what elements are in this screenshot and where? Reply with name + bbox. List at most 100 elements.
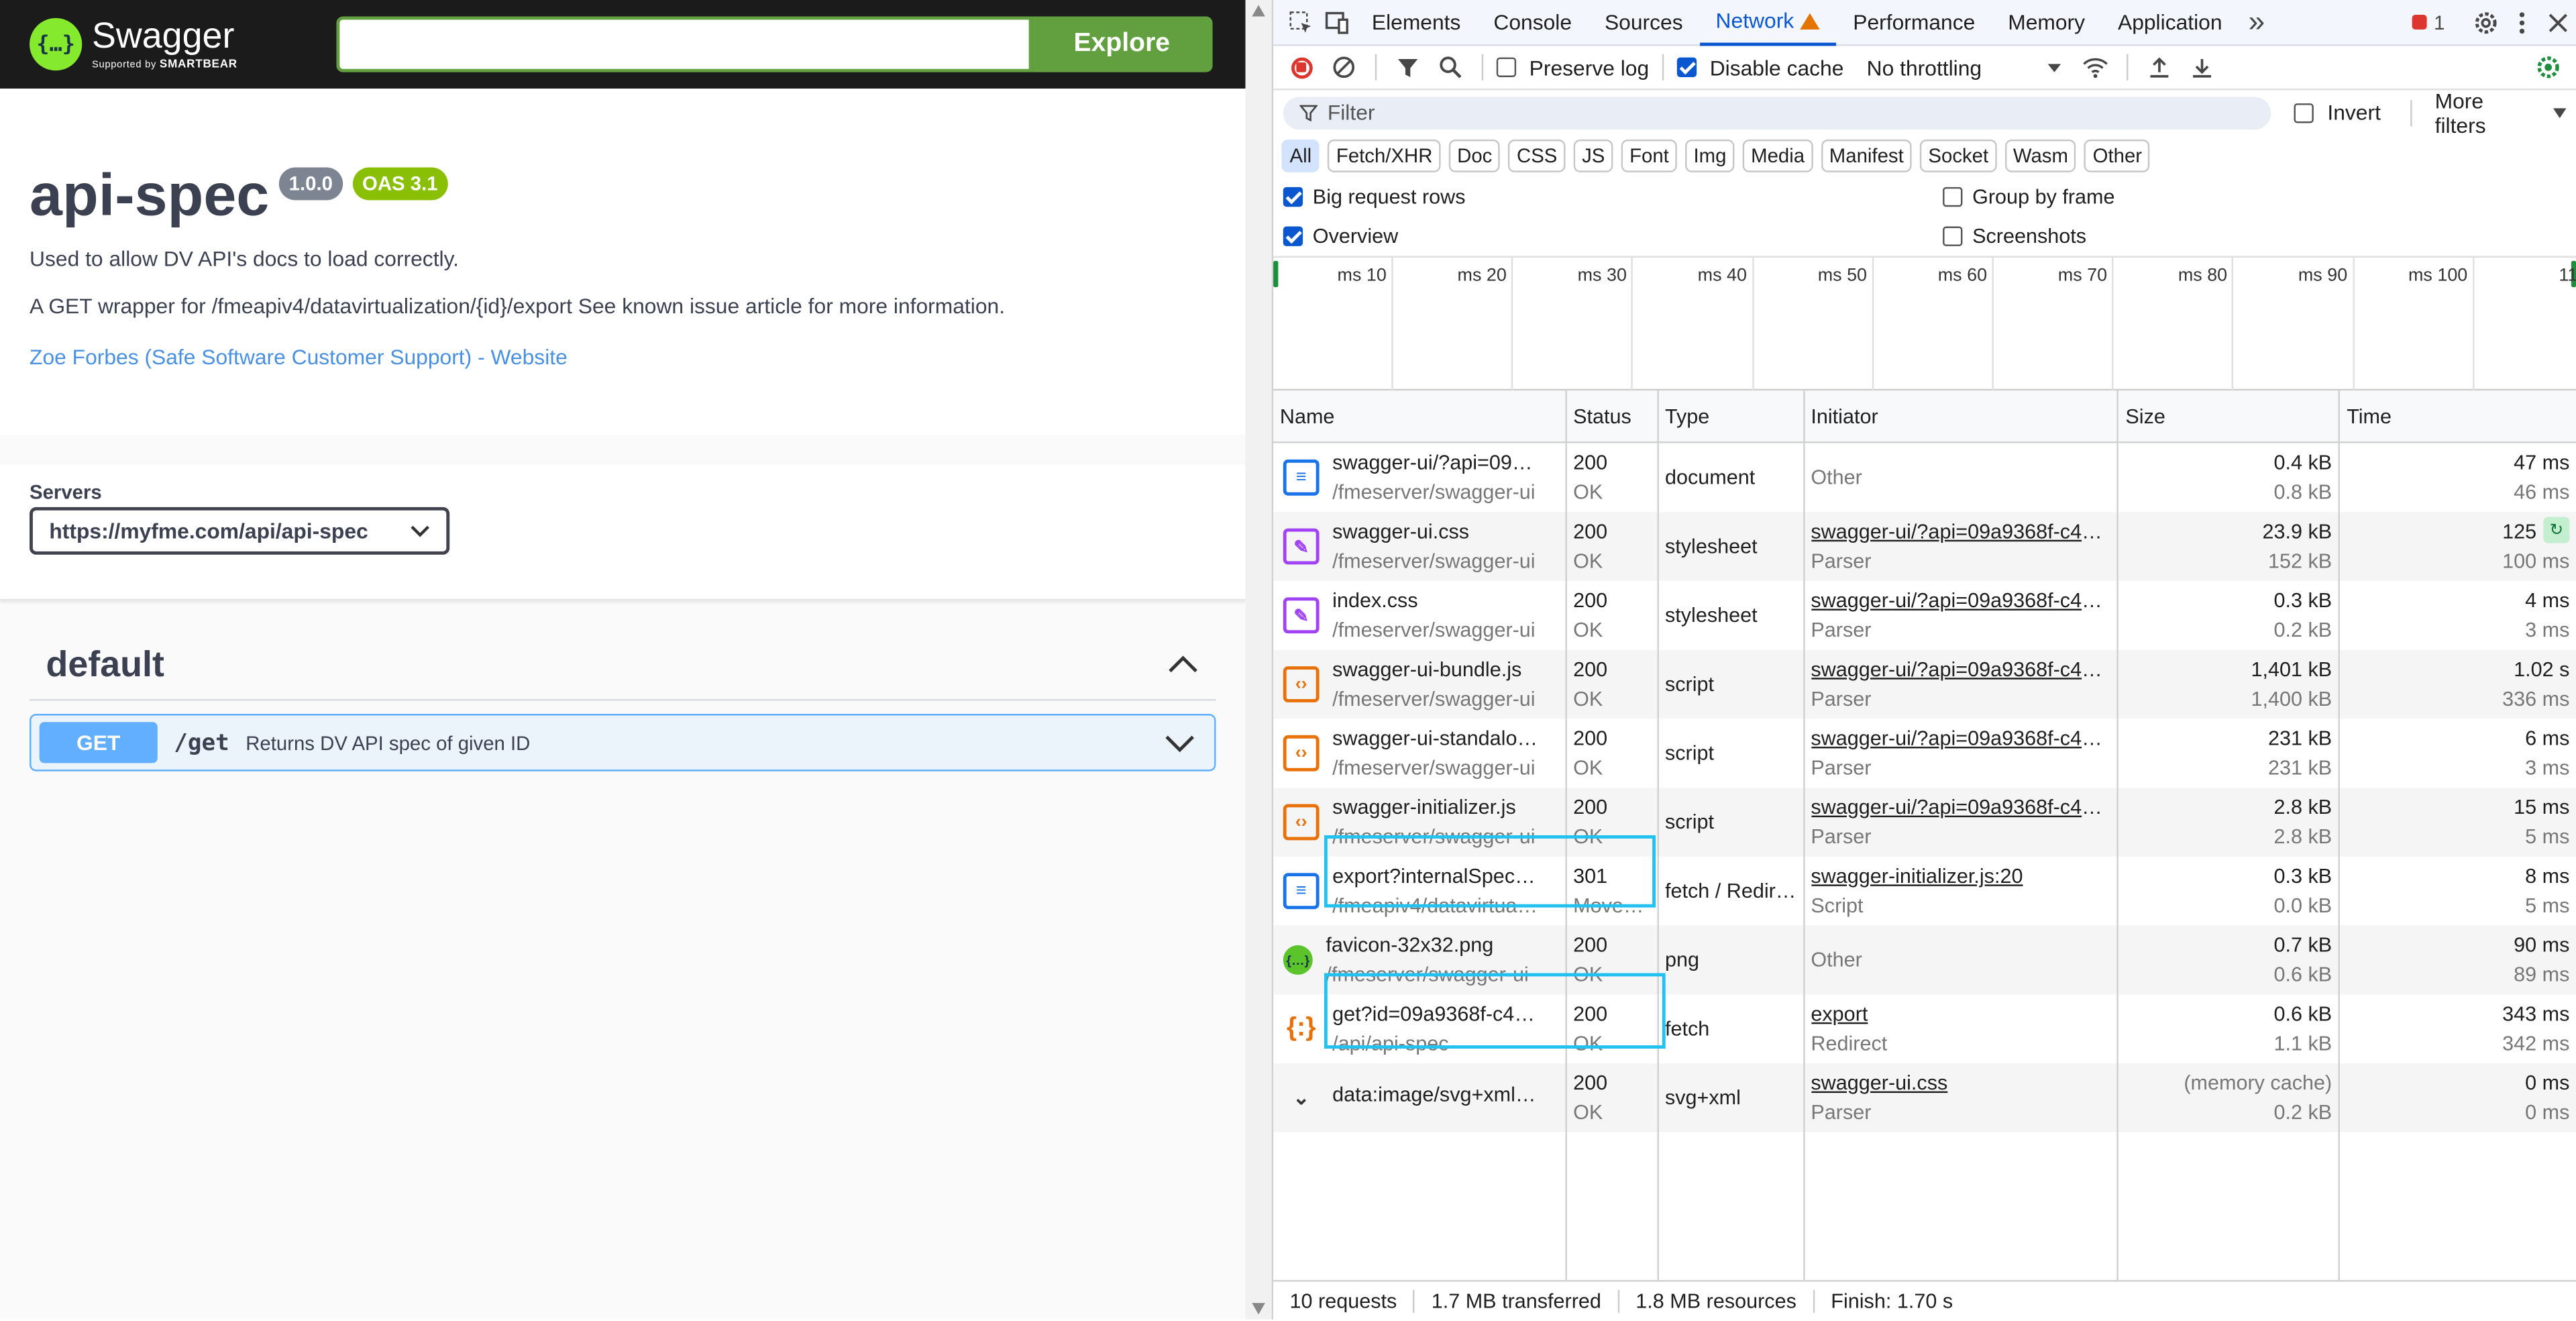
request-initiator-cell[interactable]: swagger-ui/?api=09a9368f-c436-4 Parser [1805, 788, 2119, 857]
network-conditions-icon[interactable] [2077, 51, 2113, 84]
kebab-menu-icon[interactable] [2504, 6, 2540, 39]
filter-chip-css[interactable]: CSS [1508, 139, 1566, 172]
col-type[interactable]: Type [1658, 390, 1805, 441]
export-har-icon[interactable] [2184, 51, 2220, 84]
more-tabs-icon[interactable]: » [2239, 5, 2275, 39]
request-row[interactable]: ‹› swagger-ui-standalone… /fmeserver/swagg… [1273, 719, 2576, 788]
request-row[interactable]: ⌄ data:image/svg+xml;… 200 OK svg+xml swagger… [1273, 1063, 2576, 1132]
request-name-cell[interactable]: ✎ index.css/fmeserver/swagger-ui [1273, 580, 1567, 650]
scroll-up-arrow-icon[interactable] [1252, 5, 1265, 17]
inspect-element-icon[interactable] [1283, 6, 1320, 39]
request-row[interactable]: ‹› swagger-ui-bundle.js/fmeserver/swagger… [1273, 649, 2576, 719]
col-time[interactable]: Time [2340, 390, 2576, 441]
tab-performance[interactable]: Performance [1837, 0, 1992, 45]
filter-chip-all[interactable]: All [1281, 139, 1320, 172]
request-initiator-cell[interactable]: swagger-ui/?api=09a9368f-c436-4 Parser [1805, 719, 2119, 788]
tab-console[interactable]: Console [1477, 0, 1589, 45]
initiator[interactable]: export [1811, 1003, 2110, 1026]
request-initiator-cell[interactable]: swagger-ui/?api=09a9368f-c436-4 Parser [1805, 512, 2119, 581]
section-header[interactable]: default [30, 643, 1216, 701]
filter-chip-doc[interactable]: Doc [1448, 139, 1501, 172]
contact-link[interactable]: Zoe Forbes (Safe Software Customer Suppo… [30, 345, 1216, 370]
group-by-frame-checkbox[interactable] [1943, 187, 1963, 207]
import-har-icon[interactable] [2141, 51, 2177, 84]
request-name-cell[interactable]: ✎ swagger-ui.css/fmeserver/swagger-ui ↻ [1273, 512, 2570, 581]
filter-chip-media[interactable]: Media [1742, 139, 1813, 172]
initiator[interactable]: swagger-ui/?api=09a9368f-c436-4 [1811, 658, 2110, 681]
screenshots-checkbox[interactable] [1943, 226, 1963, 246]
chevron-up-icon[interactable] [1167, 655, 1199, 674]
timeline-start-handle[interactable] [1273, 260, 1279, 288]
tab-elements[interactable]: Elements [1355, 0, 1477, 45]
settings-gear-icon[interactable] [2468, 6, 2504, 39]
request-name-cell[interactable]: ≡ swagger-ui/?api=09a9… /fmeserver/swagger… [1273, 443, 1567, 513]
spec-url-input[interactable] [335, 16, 1032, 72]
status-code: 200 [1573, 451, 1608, 474]
request-name-cell[interactable]: ⌄ data:image/svg+xml;… [1273, 1063, 1567, 1132]
throttling-select[interactable]: No throttling [1867, 55, 2061, 80]
big-rows-checkbox[interactable] [1283, 187, 1303, 207]
request-initiator-cell[interactable]: export Redirect [1805, 994, 2119, 1064]
overview-option[interactable]: Overview [1283, 225, 1398, 248]
scroll-down-arrow-icon[interactable] [1252, 1303, 1265, 1315]
request-initiator-cell[interactable]: swagger-ui/?api=09a9368f-c436-4 Parser [1805, 580, 2119, 650]
initiator[interactable]: swagger-ui.css [1811, 1071, 2110, 1094]
preserve-log-checkbox[interactable] [1496, 57, 1517, 77]
request-type-cell: stylesheet [1658, 580, 1805, 650]
request-row[interactable]: ✎ index.css/fmeserver/swagger-ui 200 OK styl… [1273, 580, 2576, 650]
device-toolbar-icon[interactable] [1320, 6, 1356, 39]
initiator[interactable]: swagger-ui/?api=09a9368f-c436-4 [1811, 589, 2110, 612]
network-settings-gear-icon[interactable] [2530, 51, 2567, 84]
filter-funnel-icon[interactable] [1390, 51, 1426, 84]
request-initiator-cell[interactable]: swagger-initializer.js:20 Script [1805, 856, 2119, 926]
initiator[interactable]: swagger-ui/?api=09a9368f-c436-4 [1811, 727, 2110, 750]
request-row[interactable]: ≡ swagger-ui/?api=09a9… /fmeserver/swagger… [1273, 443, 2576, 513]
col-size[interactable]: Size [2119, 390, 2341, 441]
tab-network[interactable]: Network [1699, 0, 1837, 46]
page-scrollbar[interactable] [1245, 0, 1272, 1320]
filter-chip-manifest[interactable]: Manifest [1821, 139, 1912, 172]
more-filters-dropdown[interactable]: More filters [2435, 88, 2567, 137]
filter-chip-img[interactable]: Img [1685, 139, 1735, 172]
request-name-cell[interactable]: ‹› swagger-ui-bundle.js/fmeserver/swagger… [1273, 649, 1567, 719]
clear-icon[interactable] [1326, 51, 1362, 84]
overview-checkbox[interactable] [1283, 226, 1303, 246]
filter-chip-other[interactable]: Other [2084, 139, 2151, 172]
col-initiator[interactable]: Initiator [1805, 390, 2119, 441]
error-count[interactable]: 1 [2412, 6, 2445, 39]
initiator[interactable]: swagger-ui/?api=09a9368f-c436-4 [1811, 796, 2110, 818]
close-devtools-icon[interactable] [2540, 6, 2576, 39]
filter-chip-fetchxhr[interactable]: Fetch/XHR [1328, 139, 1441, 172]
search-icon[interactable] [1432, 51, 1468, 84]
invert-checkbox[interactable] [2294, 102, 2314, 123]
record-stop-icon[interactable] [1283, 51, 1320, 84]
screenshots-option[interactable]: Screenshots [1943, 225, 2086, 248]
disable-cache-checkbox[interactable] [1676, 57, 1697, 77]
tab-application[interactable]: Application [2102, 0, 2239, 45]
overview-timeline[interactable]: 10 ms 20 ms 30 ms 40 ms 50 ms 60 ms 70 ms 80 ms… [1273, 256, 2576, 391]
swagger-logo[interactable]: {…} Swagger Supported by SMARTBEAR [30, 17, 237, 71]
request-name-cell[interactable]: ‹› swagger-ui-standalone… /fmeserver/swagg… [1273, 719, 1567, 788]
group-by-frame-option[interactable]: Group by frame [1943, 185, 2115, 209]
initiator[interactable]: swagger-initializer.js:20 [1811, 865, 2110, 888]
request-initiator-cell[interactable]: swagger-ui.css Parser [1805, 1063, 2119, 1132]
server-select[interactable]: https://myfme.com/api/api-spec [30, 507, 450, 555]
tab-memory[interactable]: Memory [1992, 0, 2102, 45]
col-status[interactable]: Status [1566, 390, 1659, 441]
network-options: Big request rows Group by frame Overview… [1273, 177, 2576, 256]
chevron-down-icon[interactable] [1163, 733, 1196, 752]
filter-input[interactable]: Filter [1283, 96, 2272, 129]
big-rows-option[interactable]: Big request rows [1283, 185, 1466, 209]
filter-chip-wasm[interactable]: Wasm [2004, 139, 2077, 172]
col-name[interactable]: Name [1273, 390, 1567, 441]
explore-button[interactable]: Explore [1031, 16, 1212, 72]
filter-chip-font[interactable]: Font [1621, 139, 1678, 172]
filter-chip-js[interactable]: JS [1573, 139, 1613, 172]
tab-sources[interactable]: Sources [1588, 0, 1699, 45]
status-code: 200 [1573, 796, 1608, 819]
initiator[interactable]: swagger-ui/?api=09a9368f-c436-4 [1811, 520, 2110, 543]
operation-get[interactable]: GET /get Returns DV API spec of given ID [30, 714, 1216, 772]
request-initiator-cell[interactable]: swagger-ui/?api=09a9368f-c436-4 Parser [1805, 649, 2119, 719]
filter-chip-socket[interactable]: Socket [1920, 139, 1997, 172]
request-row[interactable]: ✎ swagger-ui.css/fmeserver/swagger-ui ↻ 200… [1273, 512, 2576, 581]
